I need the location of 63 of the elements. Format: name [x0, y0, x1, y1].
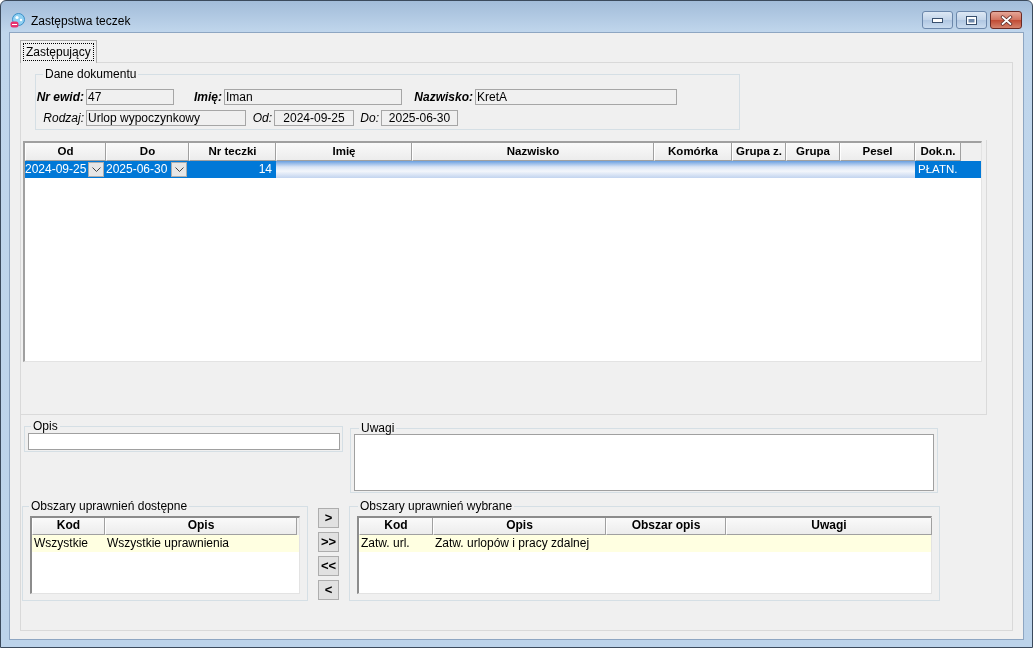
- group-label: Opis: [32, 420, 59, 432]
- date-field[interactable]: 2025-06-30: [381, 110, 458, 126]
- minimize-button[interactable]: [922, 11, 953, 29]
- maximize-icon: [966, 15, 977, 25]
- column-header[interactable]: Do: [106, 143, 189, 161]
- dropdown-button[interactable]: [88, 162, 104, 177]
- table-cell: 2024-09-25: [25, 161, 87, 178]
- window-title: Zastępstwa teczek: [31, 13, 131, 28]
- input-field[interactable]: [28, 433, 340, 450]
- table-cell-text: Wszystkie: [33, 535, 89, 552]
- text-field[interactable]: KretA: [475, 89, 677, 105]
- chevron-down-icon: [174, 167, 184, 172]
- group-label: Obszary uprawnień wybrane: [359, 500, 514, 512]
- field-label: Rodzaj:: [42, 111, 85, 125]
- move-all-left-button[interactable]: <<: [318, 556, 339, 576]
- text-field[interactable]: Iman: [224, 89, 402, 105]
- app-icon: [10, 13, 25, 28]
- field-label: Imię:: [193, 90, 223, 104]
- column-header[interactable]: Obszar opis: [606, 518, 726, 535]
- column-header[interactable]: Opis: [105, 518, 297, 535]
- column-header[interactable]: Imię: [276, 143, 412, 161]
- column-header[interactable]: Od: [25, 143, 106, 161]
- column-header[interactable]: Opis: [433, 518, 606, 535]
- chevron-down-icon: [91, 167, 101, 172]
- text-field[interactable]: Urlop wypoczynkowy: [86, 110, 246, 126]
- column-header[interactable]: Pesel: [840, 143, 915, 161]
- close-button[interactable]: [990, 11, 1022, 29]
- table-row[interactable]: 2024-09-25 2025-06-30 14 PŁATN.: [25, 161, 981, 178]
- tab[interactable]: Zastępujący: [20, 40, 97, 63]
- move-right-button[interactable]: >: [318, 508, 339, 528]
- move-all-right-button[interactable]: >>: [318, 532, 339, 552]
- minimize-icon: [932, 17, 943, 23]
- field-label: Do:: [359, 111, 380, 125]
- table-row[interactable]: Wszystkie Wszystkie uprawnienia: [32, 535, 299, 552]
- group-label: Obszary uprawnień dostępne: [30, 500, 189, 512]
- table-row[interactable]: Zatw. url. Zatw. urlopów i pracy zdalnej: [359, 535, 931, 552]
- column-header[interactable]: Dok.n.: [915, 143, 961, 161]
- field-label: Od:: [251, 111, 273, 125]
- field-label: Nazwisko:: [413, 90, 474, 104]
- table-cell-text: Wszystkie uprawnienia: [106, 535, 231, 552]
- column-header[interactable]: Komórka: [654, 143, 732, 161]
- column-header[interactable]: Nr teczki: [189, 143, 276, 161]
- column-header[interactable]: Uwagi: [726, 518, 932, 535]
- column-header[interactable]: Kod: [359, 518, 433, 535]
- maximize-button[interactable]: [956, 11, 987, 29]
- table-cell-text: Zatw. urlopów i pracy zdalnej: [434, 535, 591, 552]
- textarea-field[interactable]: [354, 434, 934, 491]
- table-cell: 2025-06-30: [106, 161, 168, 178]
- column-header[interactable]: Grupa z.: [732, 143, 786, 161]
- column-header[interactable]: Nazwisko: [412, 143, 654, 161]
- column-header[interactable]: Grupa: [786, 143, 840, 161]
- text-field[interactable]: 47: [86, 89, 174, 105]
- table-cell-text: Zatw. url.: [360, 535, 411, 552]
- dropdown-button[interactable]: [171, 162, 187, 177]
- field-label: Nr ewid:: [36, 90, 85, 104]
- group-label: Uwagi: [360, 422, 396, 434]
- close-icon: [999, 14, 1013, 26]
- column-header[interactable]: Kod: [32, 518, 105, 535]
- table-cell-text: 14: [257, 161, 273, 178]
- group-label: Dane dokumentu: [44, 68, 138, 80]
- move-left-button[interactable]: <: [318, 580, 339, 600]
- date-field[interactable]: 2024-09-25: [274, 110, 354, 126]
- table-cell-text: PŁATN.: [917, 162, 959, 177]
